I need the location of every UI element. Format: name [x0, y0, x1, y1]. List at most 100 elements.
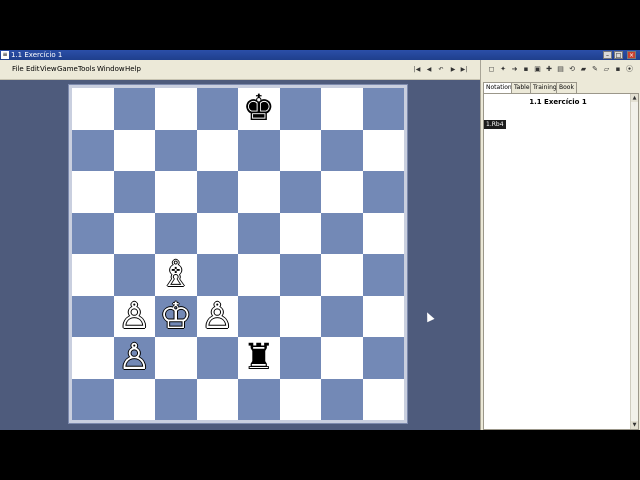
square-g8[interactable]	[321, 88, 363, 130]
square-h3[interactable]	[362, 295, 404, 337]
square-b5[interactable]	[113, 212, 155, 254]
white-pawn-d3-icon[interactable]: ♙	[197, 296, 239, 338]
square-a8[interactable]	[72, 88, 114, 130]
square-f1[interactable]	[279, 378, 321, 420]
square-f3[interactable]	[279, 295, 321, 337]
first-move-icon[interactable]: |◀	[413, 66, 421, 74]
take-back-icon[interactable]: ↶	[437, 66, 445, 74]
square-g3[interactable]	[321, 295, 363, 337]
square-g7[interactable]	[321, 129, 363, 171]
menu-window[interactable]: Window	[97, 65, 125, 73]
square-f4[interactable]	[279, 254, 321, 296]
square-e3[interactable]	[238, 295, 280, 337]
square-g2[interactable]	[321, 337, 363, 379]
square-a1[interactable]	[72, 378, 114, 420]
toolbar-tool-5-icon[interactable]: ▣	[533, 65, 542, 74]
square-f6[interactable]	[279, 171, 321, 213]
square-b8[interactable]	[113, 88, 155, 130]
toolbar-tool-10-icon[interactable]: ✎	[591, 65, 600, 74]
maximize-icon[interactable]: □	[614, 51, 623, 59]
square-d6[interactable]	[196, 171, 238, 213]
square-a4[interactable]	[72, 254, 114, 296]
white-bishop-icon[interactable]: ♗	[155, 254, 197, 296]
toolbar-tool-8-icon[interactable]: ⟲	[568, 65, 577, 74]
next-move-icon[interactable]: ▶	[449, 66, 457, 74]
toolbar-tool-9-icon[interactable]: ▰	[579, 65, 588, 74]
square-b6[interactable]	[113, 171, 155, 213]
square-e4[interactable]	[238, 254, 280, 296]
square-h2[interactable]	[362, 337, 404, 379]
toolbar-tool-7-icon[interactable]: ▤	[556, 65, 565, 74]
square-d1[interactable]	[196, 378, 238, 420]
black-king-icon[interactable]: ♚	[238, 88, 280, 130]
square-e7[interactable]	[238, 129, 280, 171]
square-d5[interactable]	[196, 212, 238, 254]
scroll-down-icon[interactable]: ▼	[631, 421, 638, 429]
square-a6[interactable]	[72, 171, 114, 213]
square-b7[interactable]	[113, 129, 155, 171]
menu-game[interactable]: Game	[57, 65, 78, 73]
toolbar-tool-12-icon[interactable]: ▪	[614, 65, 623, 74]
white-king-icon[interactable]: ♔	[155, 296, 197, 338]
square-f5[interactable]	[279, 212, 321, 254]
square-d8[interactable]	[196, 88, 238, 130]
previous-move-icon[interactable]: ◀	[425, 66, 433, 74]
square-a3[interactable]	[72, 295, 114, 337]
minimize-icon[interactable]: –	[603, 51, 612, 59]
scroll-up-icon[interactable]: ▲	[631, 94, 638, 102]
black-rook-icon[interactable]: ♜	[238, 337, 280, 379]
menu-help[interactable]: Help	[125, 65, 141, 73]
toolbar-tool-2-icon[interactable]: ✦	[499, 65, 508, 74]
square-g1[interactable]	[321, 378, 363, 420]
square-d2[interactable]	[196, 337, 238, 379]
square-f2[interactable]	[279, 337, 321, 379]
square-e1[interactable]	[238, 378, 280, 420]
square-d7[interactable]	[196, 129, 238, 171]
menu-file[interactable]: File	[12, 65, 24, 73]
square-g4[interactable]	[321, 254, 363, 296]
tab-notation[interactable]: Notation	[483, 82, 515, 93]
last-move-icon[interactable]: ▶|	[460, 66, 468, 74]
square-h7[interactable]	[362, 129, 404, 171]
square-e6[interactable]	[238, 171, 280, 213]
square-b4[interactable]	[113, 254, 155, 296]
white-pawn-b3-icon[interactable]: ♙	[114, 296, 156, 338]
app-icon[interactable]: ≡	[1, 51, 9, 59]
move-entry[interactable]: 1.Rb4	[484, 120, 506, 129]
menu-view[interactable]: View	[40, 65, 57, 73]
toolbar-tool-3-icon[interactable]: ➜	[510, 65, 519, 74]
toolbar-tool-11-icon[interactable]: ▱	[602, 65, 611, 74]
square-e5[interactable]	[238, 212, 280, 254]
square-c6[interactable]	[155, 171, 197, 213]
square-h5[interactable]	[362, 212, 404, 254]
notation-pane[interactable]: 1.1 Exercício 1 1.Rb4 ▲ ▼	[483, 93, 639, 430]
square-f8[interactable]	[279, 88, 321, 130]
tab-book[interactable]: Book	[556, 82, 577, 93]
square-h1[interactable]	[362, 378, 404, 420]
square-d4[interactable]	[196, 254, 238, 296]
square-f7[interactable]	[279, 129, 321, 171]
chessboard[interactable]: ♚ ♗ ♙ ♔ ♙ ♙ ♜	[72, 88, 404, 420]
square-c8[interactable]	[155, 88, 197, 130]
toolbar-tool-13-icon[interactable]: ⦿	[625, 65, 634, 74]
toolbar-tool-6-icon[interactable]: ✚	[545, 65, 554, 74]
menu-tools[interactable]: Tools	[78, 65, 95, 73]
white-pawn-b2-icon[interactable]: ♙	[114, 337, 156, 379]
square-a5[interactable]	[72, 212, 114, 254]
square-a2[interactable]	[72, 337, 114, 379]
close-icon[interactable]: ×	[627, 51, 636, 59]
toolbar-tool-1-icon[interactable]: ◻	[487, 65, 496, 74]
notation-scrollbar[interactable]: ▲ ▼	[630, 94, 638, 429]
square-g5[interactable]	[321, 212, 363, 254]
square-g6[interactable]	[321, 171, 363, 213]
square-a7[interactable]	[72, 129, 114, 171]
square-h4[interactable]	[362, 254, 404, 296]
menu-edit[interactable]: Edit	[26, 65, 40, 73]
square-h6[interactable]	[362, 171, 404, 213]
square-c1[interactable]	[155, 378, 197, 420]
square-h8[interactable]	[362, 88, 404, 130]
square-c2[interactable]	[155, 337, 197, 379]
square-c5[interactable]	[155, 212, 197, 254]
square-b1[interactable]	[113, 378, 155, 420]
toolbar-tool-4-icon[interactable]: ▪	[522, 65, 531, 74]
